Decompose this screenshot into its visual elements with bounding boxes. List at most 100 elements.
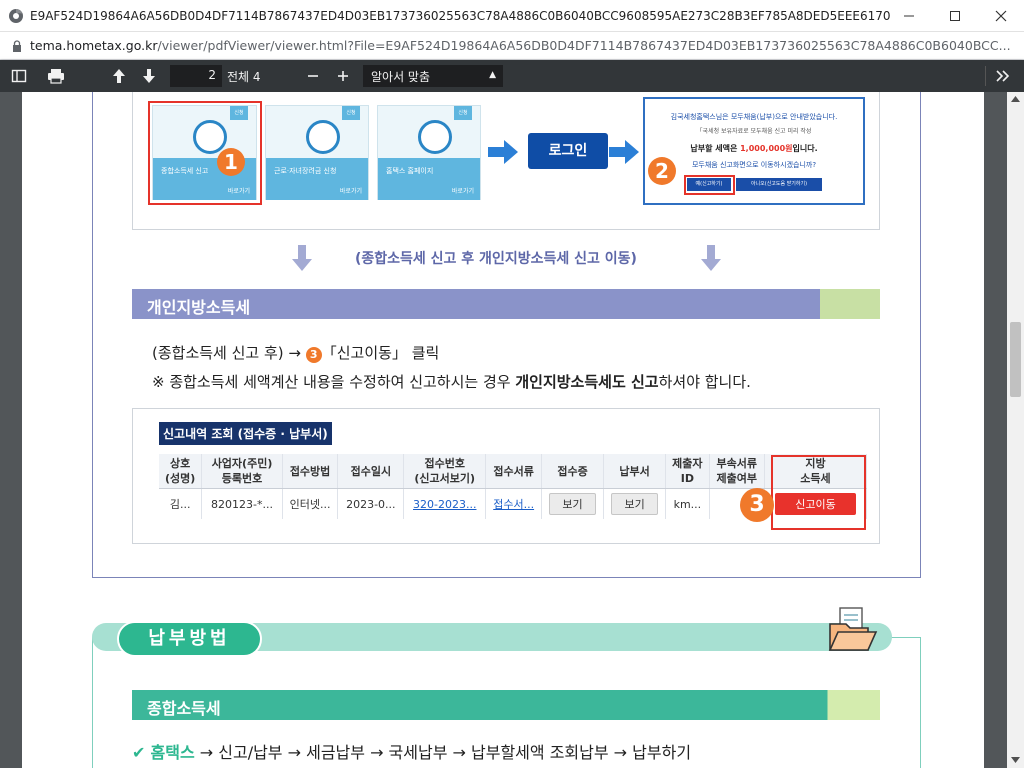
toolbar-divider bbox=[985, 66, 986, 86]
scroll-down-icon[interactable] bbox=[1011, 757, 1020, 763]
sidebar-toggle-button[interactable] bbox=[6, 64, 34, 88]
url-text[interactable]: tema.hometax.go.kr/viewer/pdfViewer/view… bbox=[30, 38, 1015, 53]
column-header: 부속서류제출여부 bbox=[709, 454, 765, 489]
close-button[interactable] bbox=[978, 0, 1024, 32]
column-header-line: 사업자(주민) bbox=[211, 457, 273, 470]
cell-name: 김... bbox=[159, 488, 203, 519]
receipt-view-button[interactable]: 보기 bbox=[549, 493, 596, 515]
arrow-down-icon bbox=[701, 245, 721, 271]
payment-view-button[interactable]: 보기 bbox=[611, 493, 658, 515]
docs-link[interactable]: 접수서... bbox=[493, 498, 534, 511]
cell-docs: 접수서... bbox=[485, 488, 543, 519]
column-header-line: 부속서류 bbox=[716, 457, 758, 470]
history-title: 신고내역 조회 (접수증 · 납부서) bbox=[159, 422, 332, 445]
line1-suffix: 「신고이동」 클릭 bbox=[321, 344, 440, 362]
card-label: 근로·자녀장려금 신청 bbox=[274, 167, 337, 175]
window-titlebar: E9AF524D19864A6A56DB0D4DF7114B7867437ED4… bbox=[0, 0, 1024, 32]
notice-question: 모두채움 신고화면으로 이동하시겠습니까? bbox=[691, 161, 817, 169]
sidebar-icon bbox=[11, 69, 27, 83]
column-header-line: ID bbox=[680, 472, 694, 485]
page-total: 전체 4 bbox=[227, 70, 261, 84]
cell-regno: 820123-*... bbox=[201, 488, 283, 519]
cell-payment: 보기 bbox=[603, 488, 667, 519]
receipt-no-link[interactable]: 320-2023... bbox=[413, 498, 476, 511]
zoom-out-button[interactable] bbox=[300, 64, 328, 88]
column-header: 접수서류 bbox=[485, 454, 543, 489]
notice-no-button: 아니오(신고도움 받기하기) bbox=[736, 178, 822, 191]
step3-highlight bbox=[771, 455, 866, 530]
column-header-line: 접수번호 bbox=[424, 457, 465, 470]
cell-date: 2023-0... bbox=[337, 488, 405, 519]
column-header-line: 접수방법 bbox=[289, 464, 331, 478]
page-number-input[interactable]: 2 bbox=[170, 65, 222, 87]
pdf-viewer[interactable]: 신청 종합소득세 신고 바로가기 1 신청 근로·자녀장려금 신청 바로가기 신… bbox=[0, 92, 1007, 768]
column-header: 접수증 bbox=[541, 454, 605, 489]
minus-icon bbox=[308, 75, 318, 77]
card-badge: 신청 bbox=[454, 106, 472, 120]
column-header-line: 접수서류 bbox=[493, 464, 534, 478]
tools-menu-button[interactable] bbox=[990, 64, 1018, 88]
cell-receipt: 보기 bbox=[541, 488, 605, 519]
step1-number: 1 bbox=[217, 148, 245, 176]
url-path: /viewer/pdfViewer/viewer.html?File=E9AF5… bbox=[157, 38, 1011, 53]
notice-line2: 「국세청 보유자료로 모두채움 신고 미리 작성 bbox=[696, 128, 812, 135]
cell-submitter: km... bbox=[665, 488, 710, 519]
column-header-line: 제출자 bbox=[672, 457, 703, 470]
column-header: 접수번호 (신고서보기) bbox=[403, 454, 487, 489]
arrow-right-icon bbox=[609, 140, 639, 164]
zoom-selected-value: 알아서 맞춤 bbox=[371, 70, 431, 84]
column-header-line: (신고서보기) bbox=[414, 472, 476, 485]
payment-header: 납부방법 bbox=[117, 621, 262, 657]
column-header: 납부서 bbox=[603, 454, 667, 489]
step3-number: 3 bbox=[740, 488, 774, 522]
scrollbar-thumb[interactable] bbox=[1010, 322, 1021, 397]
card-more: 바로가기 bbox=[451, 188, 474, 195]
zoom-in-button[interactable] bbox=[330, 64, 358, 88]
card-label: 홈택스 홈페이지 bbox=[386, 167, 434, 175]
amount-prefix: 납부할 세액은 bbox=[690, 144, 741, 153]
print-button[interactable] bbox=[42, 64, 70, 88]
column-header-line: 제출여부 bbox=[716, 472, 758, 485]
maximize-button[interactable] bbox=[932, 0, 978, 32]
plus-icon bbox=[338, 71, 348, 81]
card-more: 바로가기 bbox=[339, 188, 362, 195]
notice-amount-line: 납부할 세액은 1,000,000원입니다. bbox=[645, 143, 863, 154]
column-header-line: 접수증 bbox=[557, 464, 588, 478]
arrow-down-icon bbox=[143, 69, 155, 83]
double-chevron-right-icon bbox=[996, 70, 1010, 82]
zoom-select[interactable]: 알아서 맞춤 ▲︎ bbox=[363, 65, 503, 87]
smile-icon bbox=[306, 120, 340, 154]
card-earned-income: 신청 근로·자녀장려금 신청 바로가기 bbox=[265, 105, 369, 200]
check-icon: ✔ bbox=[132, 743, 146, 762]
route-bold: 홈택스 bbox=[150, 743, 195, 762]
previous-page-button[interactable] bbox=[106, 64, 134, 88]
local-tax-line2: ※ 종합소득세 세액계산 내용을 수정하여 신고하시는 경우 개인지방소득세도 … bbox=[152, 371, 751, 392]
local-tax-section-title: 개인지방소득세 bbox=[132, 289, 880, 319]
payment-section-title: 종합소득세 bbox=[132, 690, 880, 720]
dropdown-caret-icon: ▲︎ bbox=[489, 70, 496, 80]
column-header-line: 납부서 bbox=[619, 464, 650, 478]
line2-suffix: 하셔야 합니다. bbox=[658, 373, 751, 391]
column-header-line: 접수일시 bbox=[350, 464, 392, 478]
url-host: tema.hometax.go.kr bbox=[30, 38, 158, 53]
minimize-button[interactable] bbox=[886, 0, 932, 32]
local-tax-line1: (종합소득세 신고 후) → 3 「신고이동」 클릭 bbox=[152, 342, 439, 363]
column-header: 제출자 ID bbox=[665, 454, 710, 489]
folder-document-icon bbox=[828, 607, 878, 651]
next-page-button[interactable] bbox=[136, 64, 164, 88]
address-bar[interactable]: tema.hometax.go.kr/viewer/pdfViewer/view… bbox=[0, 32, 1024, 60]
step2-number: 2 bbox=[648, 157, 676, 185]
scroll-up-icon[interactable] bbox=[1011, 96, 1020, 102]
maximize-icon bbox=[950, 11, 960, 21]
arrow-right-icon bbox=[488, 140, 518, 164]
window-title: E9AF524D19864A6A56DB0D4DF7114B7867437ED4… bbox=[30, 9, 890, 23]
column-header: 접수방법 bbox=[282, 454, 339, 489]
column-header: 상호 (성명) bbox=[159, 454, 203, 489]
column-header-line: (성명) bbox=[165, 472, 196, 485]
card-hometax: 신청 홈택스 홈페이지 바로가기 bbox=[377, 105, 481, 200]
line1-step-number: 3 bbox=[305, 347, 322, 363]
column-header: 접수일시 bbox=[337, 454, 405, 489]
vertical-scrollbar[interactable] bbox=[1007, 92, 1024, 768]
transition-text: (종합소득세 신고 후 개인지방소득세 신고 이동) bbox=[355, 251, 637, 267]
route-text: → 신고/납부 → 세금납부 → 국세납부 → 납부할세액 조회납부 → 납부하… bbox=[194, 743, 692, 762]
